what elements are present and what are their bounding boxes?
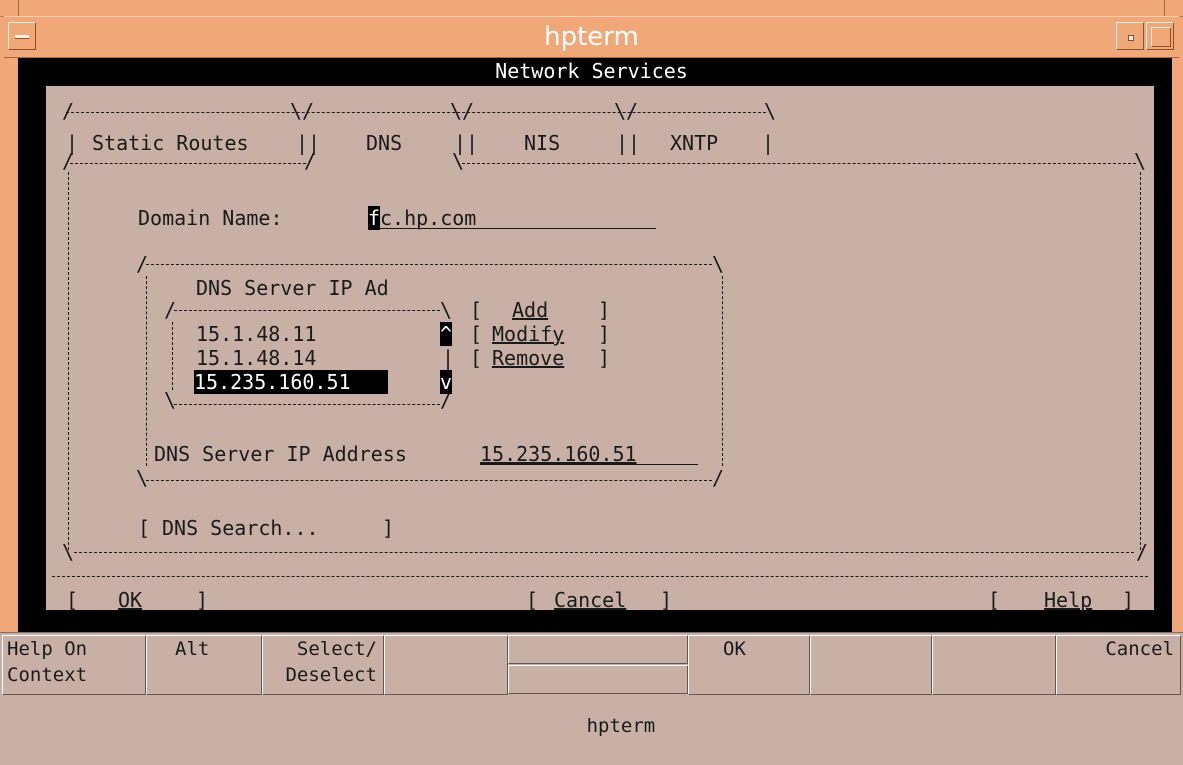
group-corner: /	[712, 466, 725, 490]
softkey-help-on-context[interactable]: Help On Context	[2, 635, 146, 695]
divider	[52, 576, 1148, 577]
domain-name-value: c.hp.com	[380, 206, 477, 230]
softkey-label: Select/	[296, 638, 377, 660]
list-corner: \	[440, 298, 453, 322]
tab-divider: ||	[616, 131, 641, 155]
tab-corner: \	[764, 99, 777, 123]
text-cursor: f	[368, 206, 381, 230]
tab-corner: \	[452, 149, 465, 173]
softkey-label: Help On	[7, 638, 88, 660]
minimize-button[interactable]	[1116, 22, 1144, 50]
minimize-icon	[1128, 35, 1134, 41]
softkey-cancel[interactable]: Cancel	[1056, 635, 1181, 695]
add-button[interactable]: [ Add ]	[470, 298, 620, 322]
dns-group-title: DNS Server IP Ad	[196, 276, 389, 300]
dns-ip-value: 15.235.160.51	[480, 442, 637, 466]
dns-ip-field[interactable]: 15.235.160.51	[480, 442, 698, 466]
softkey-label: hpterm	[586, 715, 656, 737]
cancel-button-label: Cancel	[554, 588, 627, 612]
list-corner: \	[164, 388, 177, 412]
list-item[interactable]: 15.1.48.14	[196, 346, 316, 370]
add-button-label: Add	[512, 298, 549, 322]
tab-nis[interactable]: NIS	[524, 131, 560, 155]
dns-ip-label: DNS Server IP Address	[154, 442, 407, 466]
scrollbar-track[interactable]: |	[442, 346, 454, 370]
softkey-ok[interactable]: OK	[688, 635, 810, 695]
window-title: hpterm	[544, 22, 639, 52]
ok-button-label: OK	[118, 588, 143, 612]
title-bar[interactable]: hpterm	[4, 16, 1179, 58]
help-button-label: Help	[1044, 588, 1093, 612]
scroll-down-arrow-icon[interactable]: v	[440, 370, 453, 394]
tab-divider: |	[762, 131, 775, 155]
softkey-label: Cancel	[1105, 638, 1174, 660]
softkey-bar: Help On Context Alt Select/ Deselect hpt…	[0, 632, 1183, 737]
panel-border	[68, 172, 69, 550]
tab-corner: \/	[614, 99, 639, 123]
tab-xntp[interactable]: XNTP	[670, 131, 718, 155]
tab-divider: |	[66, 131, 79, 155]
tab-dns[interactable]: DNS	[366, 131, 402, 155]
softkey-select-deselect[interactable]: Select/ Deselect	[262, 635, 384, 695]
dns-search-button[interactable]: [ DNS Search... ]	[138, 516, 398, 540]
tab-corner: /	[62, 99, 75, 123]
softkey-blank-4[interactable]	[384, 635, 508, 695]
softkey-hpterm-top	[508, 635, 688, 664]
softkey-blank-7[interactable]	[810, 635, 932, 695]
scroll-up-arrow-icon[interactable]: ^	[440, 322, 453, 346]
group-corner: \	[712, 252, 725, 276]
window-border	[0, 0, 1183, 17]
list-item-selected[interactable]: 15.235.160.51	[194, 370, 388, 394]
help-button[interactable]: [ Help ]	[988, 588, 1138, 612]
domain-name-field[interactable]: f c.hp.com	[368, 206, 656, 230]
list-item[interactable]: 15.1.48.11	[196, 322, 316, 346]
remove-button[interactable]: [ Remove ]	[470, 346, 620, 370]
domain-name-label: Domain Name:	[138, 206, 283, 230]
softkey-alt[interactable]: Alt	[146, 635, 262, 695]
softkey-hpterm-bottom	[508, 665, 688, 694]
panel-border	[1140, 172, 1141, 550]
maximize-button[interactable]	[1146, 22, 1174, 50]
panel-corner: \	[62, 540, 75, 564]
tab-corner: \/	[290, 99, 315, 123]
modify-button-label: Modify	[492, 322, 565, 346]
remove-button-label: Remove	[492, 346, 565, 370]
softkey-label: Context	[7, 664, 88, 686]
dns-search-label: DNS Search...	[162, 516, 319, 540]
tab-corner: \	[1134, 149, 1147, 173]
softkey-blank-8[interactable]	[932, 635, 1056, 695]
maximize-icon	[1151, 27, 1171, 47]
softkey-label: OK	[723, 638, 746, 660]
softkey-label: Alt	[175, 638, 210, 660]
tab-corner: \/	[450, 99, 475, 123]
modify-button[interactable]: [ Modify ]	[470, 322, 620, 346]
tab-corner: /	[304, 149, 317, 173]
softkey-label: Deselect	[285, 664, 377, 686]
panel-corner: /	[1136, 540, 1149, 564]
tab-static-routes[interactable]: Static Routes	[92, 131, 249, 155]
cancel-button[interactable]: [ Cancel ]	[526, 588, 686, 612]
softkey-hpterm[interactable]: hpterm	[508, 635, 688, 737]
screen-title: Network Services	[495, 59, 688, 83]
ok-button[interactable]: [ OK ]	[66, 588, 216, 612]
group-corner: \	[136, 466, 149, 490]
